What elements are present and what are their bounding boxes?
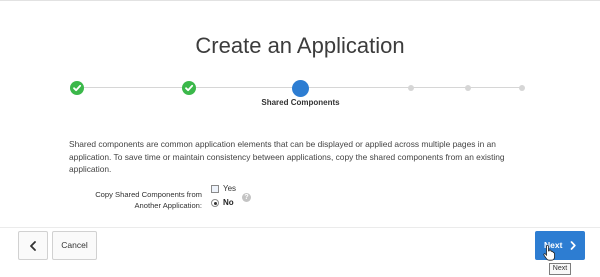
wizard-card: Create an Application Shared Components … <box>0 0 600 277</box>
help-icon[interactable]: ? <box>242 193 251 202</box>
back-button[interactable] <box>18 231 48 260</box>
wizard-step-5-pending <box>465 85 471 91</box>
chevron-left-icon <box>30 241 36 251</box>
wizard-step-2-complete <box>182 81 196 95</box>
footer-divider <box>0 227 600 228</box>
shared-components-description: Shared components are common application… <box>69 139 505 174</box>
check-icon <box>185 84 194 92</box>
wizard-step-4-pending <box>408 85 414 91</box>
option-yes-label: Yes <box>223 184 237 193</box>
chevron-right-icon <box>570 241 576 250</box>
check-icon <box>73 84 82 92</box>
copy-shared-components-label: Copy Shared Components from Another Appl… <box>95 190 202 210</box>
current-step-label: Shared Components <box>261 98 340 107</box>
option-yes[interactable]: Yes <box>211 184 271 197</box>
wizard-step-3-current <box>292 80 309 97</box>
cancel-button[interactable]: Cancel <box>52 231 97 260</box>
option-no-label: No <box>223 198 234 207</box>
wizard-step-1-complete <box>70 81 84 95</box>
hand-cursor-icon <box>543 245 555 261</box>
page-title: Create an Application <box>195 33 405 58</box>
option-no[interactable]: No <box>211 198 271 211</box>
wizard-step-6-pending <box>519 85 525 91</box>
next-tooltip: Next <box>549 263 571 275</box>
no-radio[interactable] <box>211 199 219 207</box>
yes-checkbox[interactable] <box>211 185 219 193</box>
